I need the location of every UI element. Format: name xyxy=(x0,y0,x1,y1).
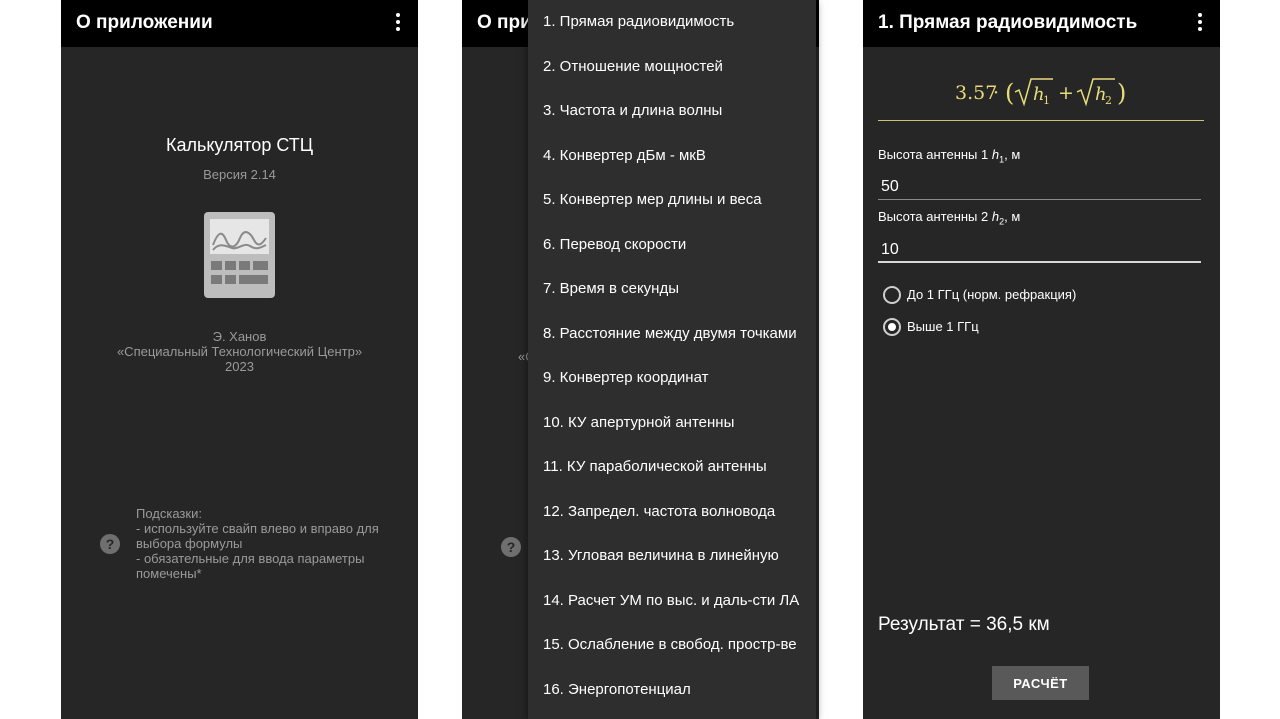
menu-item[interactable]: 6. Перевод скорости xyxy=(543,236,686,253)
help-icon: ? xyxy=(100,534,120,554)
radio-below-1ghz[interactable] xyxy=(883,286,901,304)
antenna-height-1-input[interactable] xyxy=(881,175,1201,199)
formula-menu: 1. Прямая радиовидимость 2. Отношение мо… xyxy=(528,0,816,719)
author-info: Э. Ханов «Специальный Технологический Це… xyxy=(61,329,418,374)
author-line: 2023 xyxy=(225,359,254,374)
hint-line: помечены* xyxy=(136,566,202,581)
formula-sub: 1 xyxy=(1043,94,1050,107)
about-screen: О приложении Калькулятор СТЦ Версия 2.14… xyxy=(61,0,418,719)
radio-label[interactable]: Выше 1 ГГц xyxy=(907,319,979,334)
field-label: Высота антенны 2 h2, м xyxy=(878,209,1021,227)
antenna-height-2-input[interactable] xyxy=(881,238,1201,262)
divider xyxy=(878,120,1204,121)
author-line: «Специальный Технологический Центр» xyxy=(116,344,363,359)
field-label: Высота антенны 1 h1, м xyxy=(878,147,1021,165)
menu-item[interactable]: 2. Отношение мощностей xyxy=(543,58,723,75)
menu-item[interactable]: 13. Угловая величина в линейную xyxy=(543,547,779,564)
hint-line: - обязательные для ввода параметры xyxy=(136,551,365,566)
more-vert-icon[interactable] xyxy=(1190,12,1210,32)
app-version: Версия 2.14 xyxy=(203,167,276,182)
menu-item[interactable]: 11. КУ параболической антенны xyxy=(543,458,767,475)
menu-item[interactable]: 9. Конвертер координат xyxy=(543,369,708,386)
formula-dot: · xyxy=(993,82,999,104)
menu-item[interactable]: 7. Время в секунды xyxy=(543,280,679,297)
more-vert-icon[interactable] xyxy=(388,12,408,32)
calculate-button[interactable]: РАСЧЁТ xyxy=(992,666,1089,700)
formula-coef: 3.57 xyxy=(955,82,997,104)
hint-line: Подсказки: xyxy=(136,506,202,521)
hint-line: - используйте свайп влево и вправо для xyxy=(136,521,379,536)
author-line: Э. Ханов xyxy=(212,329,267,344)
formula-paren: ( xyxy=(1005,79,1014,107)
menu-item[interactable]: 15. Ослабление в свобод. простр-ве xyxy=(543,636,797,653)
hints-text: Подсказки: - используйте свайп влево и в… xyxy=(136,506,379,581)
menu-item[interactable]: 1. Прямая радиовидимость xyxy=(543,13,734,30)
menu-item[interactable]: 10. КУ апертурной антенны xyxy=(543,414,734,431)
menu-item[interactable]: 3. Частота и длина волны xyxy=(543,102,722,119)
formula: 3.57 · ( h 1 + h 2 ) xyxy=(955,78,1126,107)
hint-line: выбора формулы xyxy=(136,536,243,551)
input-underline xyxy=(878,199,1201,200)
formula-plus: + xyxy=(1058,82,1074,104)
menu-item[interactable]: 14. Расчет УМ по выс. и даль-сти ЛА xyxy=(543,592,799,609)
input-underline xyxy=(878,261,1201,263)
radio-label[interactable]: До 1 ГГц (норм. рефракция) xyxy=(907,287,1076,302)
menu-item[interactable]: 5. Конвертер мер длины и веса xyxy=(543,191,762,208)
page-title: О при xyxy=(477,12,532,33)
page-title: 1. Прямая радиовидимость xyxy=(878,12,1138,33)
menu-item[interactable]: 12. Запредел. частота волновода xyxy=(543,503,775,520)
calculator-screen: 1. Прямая радиовидимость 3.57 · ( h 1 + … xyxy=(863,0,1220,719)
formula-paren: ) xyxy=(1117,79,1126,107)
page-title: О приложении xyxy=(76,12,213,33)
app-bar: 1. Прямая радиовидимость xyxy=(863,0,1220,47)
help-icon: ? xyxy=(501,537,521,557)
menu-item[interactable]: 4. Конвертер дБм - мкВ xyxy=(543,147,706,164)
result-text: Результат = 36,5 км xyxy=(878,614,1050,635)
menu-item[interactable]: 16. Энергопотенциал xyxy=(543,681,691,698)
radio-above-1ghz[interactable] xyxy=(883,318,901,336)
calculator-app-icon xyxy=(204,212,275,298)
app-name: Калькулятор СТЦ xyxy=(165,135,314,155)
app-bar: О приложении xyxy=(61,0,418,47)
formula-sub: 2 xyxy=(1105,94,1112,107)
menu-item[interactable]: 8. Расстояние между двумя точками xyxy=(543,325,797,342)
